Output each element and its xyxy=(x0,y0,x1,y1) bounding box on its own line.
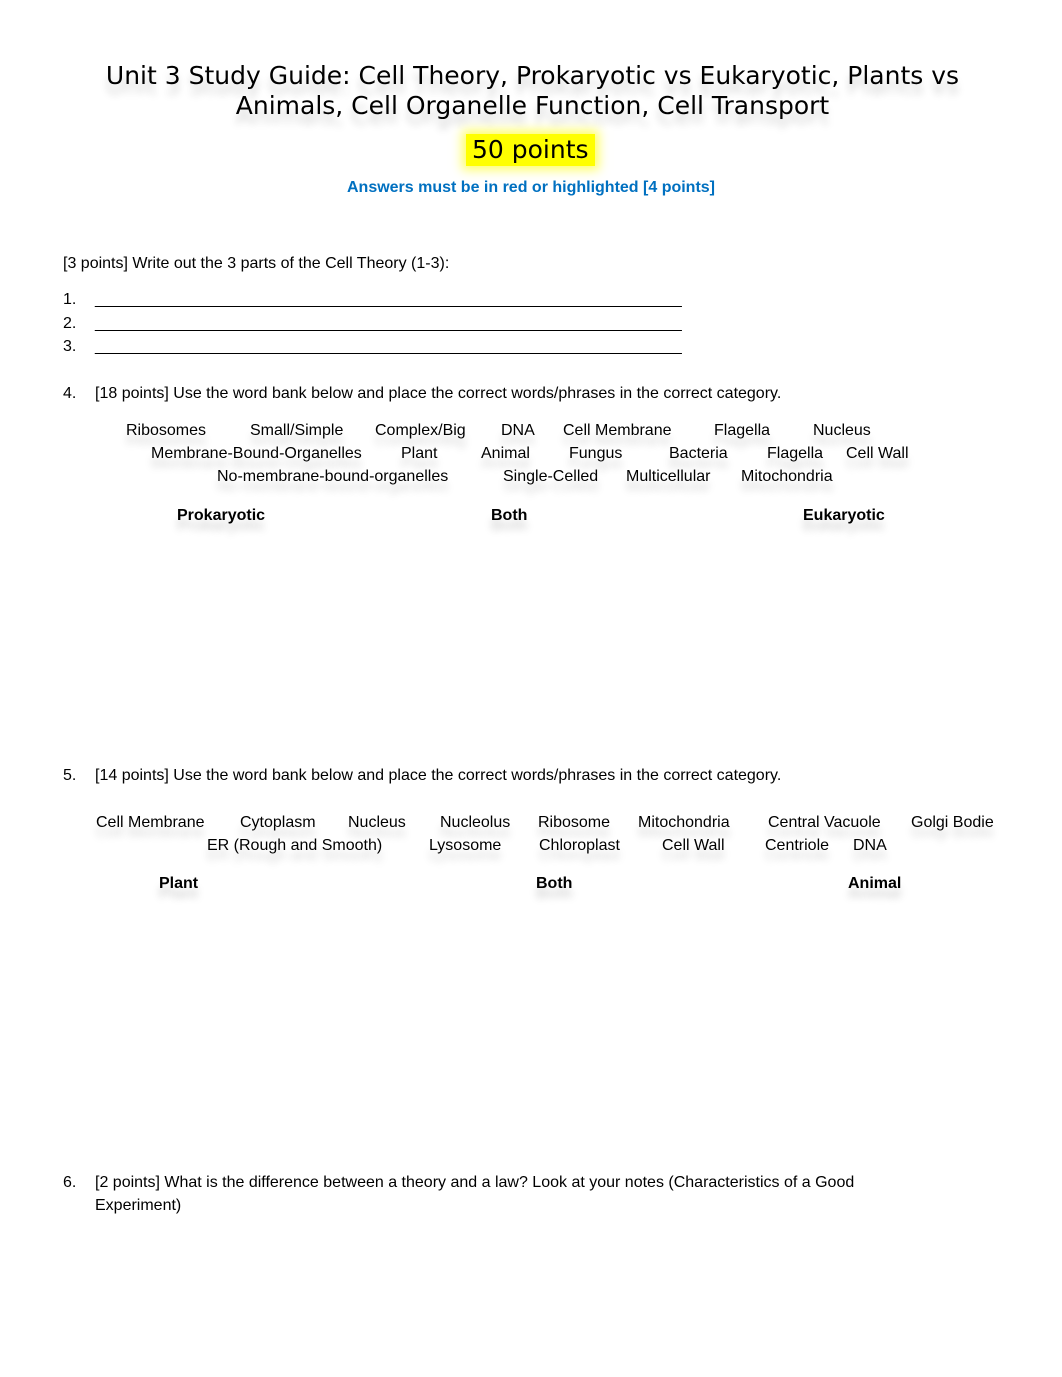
word-bank-item: Flagella xyxy=(767,445,824,462)
word-bank-item: Mitochondria xyxy=(741,468,833,485)
word-bank-item: Nucleus xyxy=(813,422,871,439)
category-plant: Plant xyxy=(159,875,199,892)
word-bank-item: Multicellular xyxy=(626,468,711,485)
word-bank-item: Cell Membrane xyxy=(563,422,672,439)
word-bank-item: Cell Wall xyxy=(846,445,909,462)
points-badge: 50 points xyxy=(466,134,595,166)
category-both: Both xyxy=(491,507,528,524)
question-number: 5. xyxy=(63,767,77,784)
word-bank-item: Plant xyxy=(401,445,438,462)
answer-blank[interactable]: ________________________________________… xyxy=(95,338,682,356)
document-title: Unit 3 Study Guide: Cell Theory, Prokary… xyxy=(105,61,960,120)
word-bank-item: ER (Rough and Smooth) xyxy=(207,837,383,854)
item-number: 2. xyxy=(63,315,77,332)
answer-blank[interactable]: ________________________________________… xyxy=(95,291,682,309)
word-bank-item: DNA xyxy=(501,422,535,439)
item-number: 3. xyxy=(63,338,77,355)
word-bank-item: Animal xyxy=(481,445,530,462)
word-bank-item: Single-Celled xyxy=(503,468,599,485)
word-bank-item: Fungus xyxy=(569,445,623,462)
word-bank-item: Flagella xyxy=(714,422,771,439)
word-bank-item: Centriole xyxy=(765,837,830,854)
answer-instructions: Answers must be in red or highlighted [4… xyxy=(346,179,716,196)
question-prompt-line2: Experiment) xyxy=(95,1197,182,1214)
word-bank-item: No-membrane-bound-organelles xyxy=(217,468,449,485)
word-bank-item: Nucleolus xyxy=(440,814,511,831)
category-animal: Animal xyxy=(848,875,902,892)
word-bank-item: Central Vacuole xyxy=(768,814,881,831)
word-bank-item: Cell Wall xyxy=(662,837,725,854)
word-bank-item: Ribosomes xyxy=(126,422,207,439)
word-bank-item: Bacteria xyxy=(669,445,728,462)
document-page: Unit 3 Study Guide: Cell Theory, Prokary… xyxy=(0,0,1062,1377)
word-bank-item: Complex/Big xyxy=(375,422,466,439)
word-bank-item: Membrane-Bound-Organelles xyxy=(151,445,362,462)
question-number: 4. xyxy=(63,385,77,402)
category-eukaryotic: Eukaryotic xyxy=(803,507,885,524)
word-bank-item: Cell Membrane xyxy=(96,814,205,831)
word-bank-item: Mitochondria xyxy=(638,814,730,831)
item-number: 1. xyxy=(63,291,77,308)
word-bank-item: Nucleus xyxy=(348,814,406,831)
word-bank-item: Lysosome xyxy=(429,837,502,854)
category-both: Both xyxy=(536,875,573,892)
cell-theory-prompt: [3 points] Write out the 3 parts of the … xyxy=(63,255,450,272)
question-prompt: [14 points] Use the word bank below and … xyxy=(95,767,782,784)
category-prokaryotic: Prokaryotic xyxy=(177,507,266,524)
word-bank-item: Small/Simple xyxy=(250,422,344,439)
word-bank-item: Chloroplast xyxy=(539,837,620,854)
question-prompt-line1: [2 points] What is the difference betwee… xyxy=(95,1174,855,1191)
word-bank-item: Cytoplasm xyxy=(240,814,316,831)
word-bank-item: DNA xyxy=(853,837,887,854)
question-prompt: [18 points] Use the word bank below and … xyxy=(95,385,782,402)
answer-blank[interactable]: ________________________________________… xyxy=(95,315,682,333)
word-bank-item: Ribosome xyxy=(538,814,611,831)
question-number: 6. xyxy=(63,1174,77,1191)
word-bank-item: Golgi Bodie xyxy=(911,814,994,831)
